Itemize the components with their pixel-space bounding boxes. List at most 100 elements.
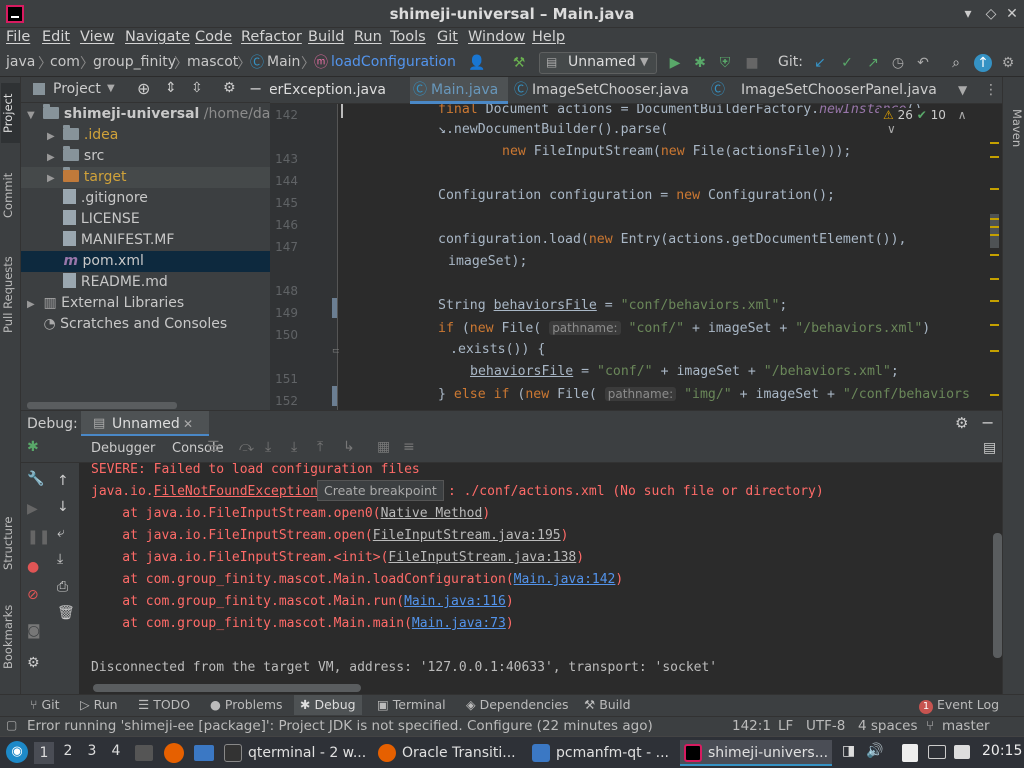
wrench-icon[interactable]: 🔧 [27,471,44,487]
tree-item[interactable]: ▼ shimeji-universal /home/dartz [21,104,289,126]
clock[interactable]: 20:15 [982,743,1022,759]
user-icon[interactable]: 👤 [468,54,486,72]
workspace-2[interactable]: 2 [58,743,78,759]
chevron-down-icon[interactable]: ▼ [958,77,967,104]
hide-icon[interactable]: − [981,413,994,432]
tab-bookmarks[interactable]: Bookmarks [1,597,20,677]
close-icon[interactable]: ✕ [183,417,193,431]
ide-update-icon[interactable]: ↑ [974,54,992,72]
tree-item[interactable]: m pom.xml [21,251,270,272]
source-link[interactable]: FileInputStream.java:138 [388,550,576,565]
tree-item[interactable]: MANIFEST.MF [21,230,270,251]
tab-project[interactable]: Project [1,83,20,143]
chevron-down-icon[interactable]: ▼ [27,105,39,126]
gear-icon[interactable]: ⚙ [955,414,968,432]
settings-icon[interactable]: ⚙ [27,655,40,671]
tab-debugger[interactable]: Debugger [91,441,155,456]
tab-structure[interactable]: Structure [1,507,20,579]
breadcrumb-com[interactable]: com [50,54,80,70]
breadcrumb-java[interactable]: java [6,54,35,70]
console-vertical-scrollbar[interactable] [993,533,1002,658]
tab-pull-requests[interactable]: Pull Requests [1,245,20,345]
scroll-to-end-icon[interactable]: ⤓ [57,551,63,567]
git-push-icon[interactable]: ↗ [864,54,882,72]
status-message[interactable]: Error running 'shimeji-ee [package]': Pr… [27,718,653,734]
workspace-1[interactable]: 1 [34,742,54,764]
network-icon[interactable]: ◨ [842,743,855,759]
task-pcmanfm[interactable]: pcmanfm-qt - ... [532,740,678,766]
tool-tab-git[interactable]: ⑂ Git [30,697,60,712]
settings-icon[interactable]: ⚙ [999,54,1017,72]
file-encoding[interactable]: UTF-8 [806,718,845,734]
source-link[interactable]: Main.java:116 [404,594,506,609]
status-panel-icon[interactable]: ▢ [6,718,17,732]
more-icon[interactable]: ⋮ [984,77,998,104]
debug-console[interactable]: SEVERE: Failed to load configuration fil… [79,463,993,684]
menu-git[interactable]: Git [437,29,458,45]
clipboard-icon[interactable] [902,744,918,762]
file-manager-launcher-icon[interactable] [194,745,214,761]
git-commit-icon[interactable]: ✓ [838,54,856,72]
chevron-down-icon[interactable]: ▼ [107,83,115,94]
stop-icon[interactable]: ■ [743,54,761,72]
tab-maven[interactable]: Maven [1005,103,1024,153]
tab-main-java[interactable]: Ⓒ Main.java [410,77,508,104]
menu-build[interactable]: Build [308,29,344,45]
monitor-icon[interactable] [928,745,946,759]
task-qterminal[interactable]: qterminal - 2 w... [224,740,370,766]
breadcrumb-loadconfiguration[interactable]: loadConfiguration [331,54,456,70]
start-menu-icon[interactable]: ◉ [6,741,28,763]
tab-imagesetchooser-java[interactable]: Ⓒ ImageSetChooser.java [514,77,704,104]
print-icon[interactable]: ⎙ [57,579,68,595]
coverage-icon[interactable]: ⛨ [716,54,734,72]
menu-run[interactable]: Run [354,29,382,45]
gear-icon[interactable]: ⚙ [223,80,236,96]
mute-breakpoints-icon[interactable]: ⊘ [27,587,39,603]
chevron-right-icon[interactable]: ▶ [27,294,39,315]
view-breakpoints-icon[interactable]: ● [27,559,39,575]
menu-tools[interactable]: Tools [390,29,426,45]
chevron-right-icon[interactable]: ▶ [47,126,59,147]
step-into-icon[interactable]: ⤓ [265,439,271,455]
tab-exception-java[interactable]: erException.java [270,77,402,104]
tool-tab-problems[interactable]: ● Problems [210,697,283,712]
breadcrumb-group-finity[interactable]: group_finity [93,54,176,70]
task-intellij[interactable]: shimeji-univers... [680,740,832,766]
exception-link[interactable]: FileNotFoundException [154,484,318,499]
native-method-link[interactable]: Native Method [381,506,483,521]
run-to-cursor-icon[interactable]: ↳ [343,439,355,455]
trash-icon[interactable]: 🗑 [57,605,75,621]
editor-scrollbar[interactable] [987,104,1002,410]
layout-icon[interactable]: ▤ [983,440,996,456]
arrow-up-icon[interactable]: ↑ [57,473,69,489]
project-view-selector[interactable]: Project [53,81,101,97]
step-over-icon[interactable]: ⤼ [239,439,254,455]
soft-wrap-icon[interactable]: ⤶ [57,525,65,541]
tab-commit[interactable]: Commit [1,165,20,225]
tool-tab-dependencies[interactable]: ◈ Dependencies [466,697,569,712]
chevron-up-icon[interactable]: ∧ [958,108,967,122]
chevron-down-icon[interactable]: ∨ [887,122,896,136]
show-desktop-icon[interactable] [135,745,153,761]
git-update-icon[interactable]: ↙ [811,54,829,72]
firefox-launcher-icon[interactable] [164,743,184,763]
rollback-icon[interactable]: ↶ [914,54,932,72]
tree-item[interactable]: LICENSE [21,209,270,230]
breadcrumb-mascot[interactable]: mascot [187,54,238,70]
event-log-button[interactable]: 1 Event Log [919,697,999,714]
task-firefox[interactable]: Oracle Transiti... [378,740,524,766]
trace-icon[interactable]: ≡ [403,439,415,455]
history-icon[interactable]: ◷ [889,54,907,72]
tree-item[interactable]: README.md [21,272,270,293]
breadcrumb-main[interactable]: Main [267,54,300,70]
menu-file[interactable]: File [6,29,30,45]
close-icon[interactable]: ✕ [1002,4,1022,24]
source-link[interactable]: FileInputStream.java:195 [373,528,561,543]
run-configuration-dropdown[interactable]: ▤ Unnamed ▼ [539,52,657,74]
pause-icon[interactable]: ❚❚ [27,529,50,545]
tool-tab-build[interactable]: ⚒ Build [584,697,631,712]
indent-setting[interactable]: 4 spaces [858,718,918,734]
tree-item[interactable]: ▶ target [21,167,270,188]
hide-icon[interactable]: − [249,79,262,98]
force-step-into-icon[interactable]: ⤓ [291,439,297,455]
